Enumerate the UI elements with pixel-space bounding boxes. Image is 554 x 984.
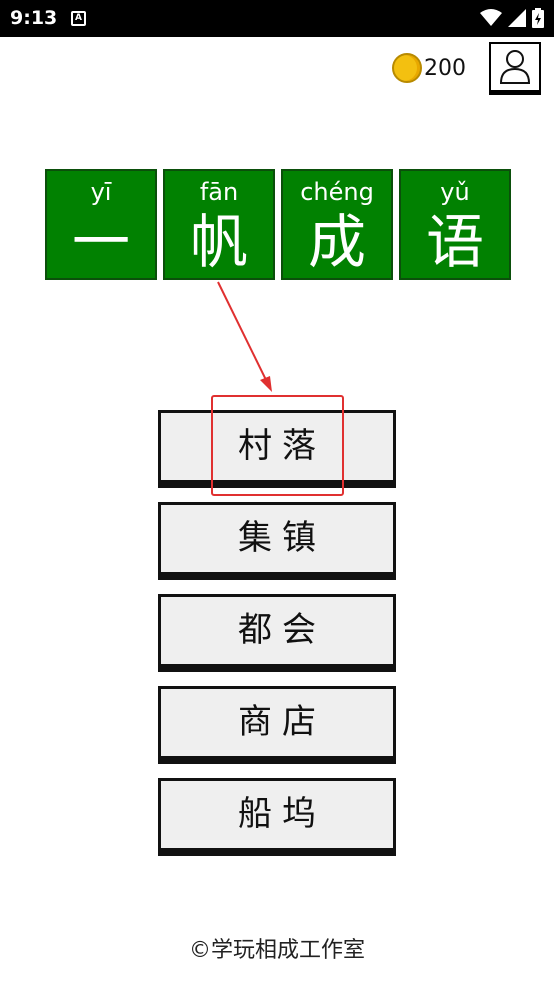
tile-hanzi: 帆 [189,208,248,276]
game-title: yī 一 fān 帆 chéng 成 yǔ 语 [45,169,511,280]
village-button[interactable]: 村落 [158,410,396,488]
coin-balance: 200 [392,51,466,85]
coin-count: 200 [424,55,466,81]
annotation-arrow [217,281,272,392]
tile-hanzi: 成 [307,208,366,276]
battery-icon [532,8,544,28]
user-icon [499,50,531,84]
title-tile: yī 一 [45,169,157,280]
copyright-footer: ©学玩相成工作室 [188,938,365,963]
dock-button[interactable]: 船坞 [158,778,396,856]
tile-hanzi: 一 [71,208,130,276]
status-bar: 9:13 A [0,0,554,37]
title-tile: fān 帆 [163,169,275,280]
coin-icon [392,53,422,83]
city-button[interactable]: 都会 [158,594,396,672]
status-icons [480,8,544,28]
profile-button[interactable] [489,42,541,95]
main-menu: 村落 集镇 都会 商店 船坞 [158,410,396,870]
status-time: 9:13 [10,7,58,29]
tile-pinyin: yǔ [440,178,470,206]
title-tile: yǔ 语 [399,169,511,280]
town-button[interactable]: 集镇 [158,502,396,580]
tile-hanzi: 语 [425,208,484,276]
tile-pinyin: chéng [300,178,374,206]
tile-pinyin: fān [199,178,239,206]
shop-button[interactable]: 商店 [158,686,396,764]
title-tile: chéng 成 [281,169,393,280]
app-notification-icon: A [71,11,86,26]
tile-pinyin: yī [90,178,112,206]
wifi-icon [480,9,502,26]
signal-icon [508,9,526,27]
